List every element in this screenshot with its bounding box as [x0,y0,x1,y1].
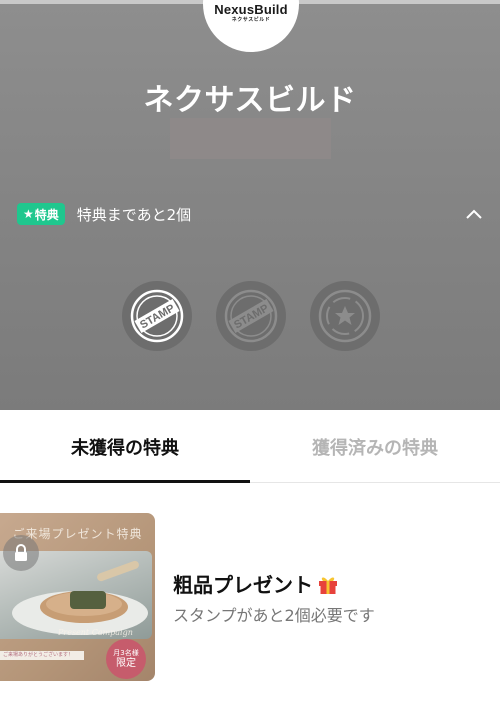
reward-title-text: 粗品プレゼント [173,573,313,597]
logo-subtitle: ネクサスビルド [231,17,271,23]
reward-list-item[interactable]: ご来場プレゼント特典 Present Campaign ご来場ありがとうございま… [0,513,500,683]
benefit-status-text: 特典まであと2個 [76,205,192,224]
stamp-outline-icon: STAMP [224,289,278,343]
tab-unacquired[interactable]: 未獲得の特典 [0,410,250,483]
redacted-text-block [170,118,331,159]
thumbnail-script-text: Present Campaign [58,628,133,637]
shop-name: ネクサスビルド [143,83,357,118]
stamp-slot-acquired: STAMP [122,281,192,351]
reward-title: 粗品プレゼント [173,569,339,598]
stamp-label: STAMP [232,302,271,331]
lock-icon [3,535,39,571]
reward-requirement-text: スタンプがあと2個必要です [173,606,375,625]
thumbnail-thanks-text: ご来場ありがとうございます！ [0,651,84,660]
stamp-label: STAMP [138,302,177,331]
stamp-icon: STAMP [130,289,184,343]
benefit-badge: ★ 特典 [17,203,65,225]
stamp-slot-empty: STAMP [216,281,286,351]
stamp-card-header: NexusBuild ネクサスビルド ネクサスビルド ★ 特典 特典まであと2個 [0,0,500,410]
logo-title: NexusBuild [214,2,288,17]
stamp-slot-reward [310,281,380,351]
app-page: NexusBuild ネクサスビルド ネクサスビルド ★ 特典 特典まであと2個 [0,0,500,711]
shop-logo: NexusBuild ネクサスビルド [203,0,299,52]
stamp-slots: STAMP STAMP [122,281,382,353]
benefit-tabs: 未獲得の特典 獲得済みの特典 [0,410,500,483]
benefit-badge-label: 特典 [34,207,59,222]
benefit-summary-row[interactable]: ★ 特典 特典まであと2個 [17,202,490,226]
chevron-up-icon[interactable] [464,205,484,223]
limited-badge: 月3名様 限定 [106,639,146,679]
limited-badge-count: 月3名様 [113,648,139,657]
tab-acquired[interactable]: 獲得済みの特典 [250,410,500,483]
gift-icon [319,577,337,594]
reward-star-icon [318,289,372,343]
reward-thumbnail: ご来場プレゼント特典 Present Campaign ご来場ありがとうございま… [0,513,155,681]
active-tab-indicator [0,480,250,483]
star-icon: ★ [23,207,34,221]
limited-badge-label: 限定 [116,657,136,669]
